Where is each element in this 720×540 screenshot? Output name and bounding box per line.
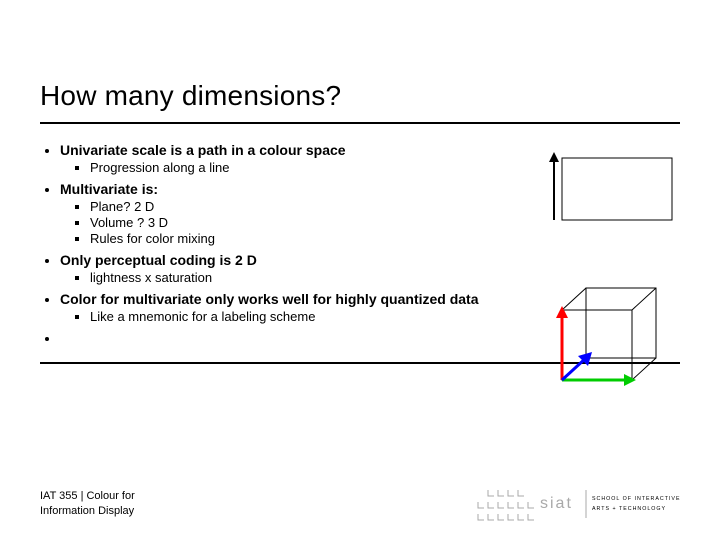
bullet-2-sub-2: Volume ? 3 D [90, 215, 530, 230]
bullet-3-heading: Only perceptual coding is 2 D [60, 252, 257, 268]
figure-2d [542, 150, 680, 228]
slide-title: How many dimensions? [40, 80, 680, 112]
figure-3d [542, 282, 680, 400]
footer-line-1: IAT 355 | Colour for [40, 489, 200, 503]
title-divider [40, 122, 680, 124]
svg-text:siat: siat [540, 495, 573, 512]
bullet-3-sublist: lightness x saturation [60, 270, 530, 285]
bullet-1-sub-1: Progression along a line [90, 160, 530, 175]
bullet-list: Univariate scale is a path in a colour s… [40, 142, 530, 346]
bullet-3-sub-1: lightness x saturation [90, 270, 530, 285]
figure-2d-svg [542, 150, 680, 228]
content-area: Univariate scale is a path in a colour s… [40, 142, 680, 346]
footer-text: IAT 355 | Colour for Information Display [40, 489, 200, 518]
bullet-2-heading: Multivariate is: [60, 181, 158, 197]
slide: How many dimensions? Univariate scale is… [0, 0, 720, 540]
bullet-4-heading: Color for multivariate only works well f… [60, 291, 479, 307]
footer-line-2: Information Display [40, 504, 200, 518]
text-column: Univariate scale is a path in a colour s… [40, 142, 530, 346]
logo-line-2: ARTS + TECHNOLOGY [592, 506, 666, 512]
bullet-2-sublist: Plane? 2 D Volume ? 3 D Rules for color … [60, 199, 530, 246]
bullet-2-sub-1: Plane? 2 D [90, 199, 530, 214]
figure-3d-svg [542, 282, 680, 400]
bullet-3: Only perceptual coding is 2 D lightness … [60, 252, 530, 285]
bullet-5-empty [60, 330, 530, 346]
bullet-1-heading: Univariate scale is a path in a colour s… [60, 142, 346, 158]
bullet-4-sublist: Like a mnemonic for a labeling scheme [60, 309, 530, 324]
school-logo-svg: siat SCHOOL OF INTERACTIVE ARTS + TECHNO… [470, 484, 680, 524]
bullet-1-sublist: Progression along a line [60, 160, 530, 175]
bullet-2: Multivariate is: Plane? 2 D Volume ? 3 D… [60, 181, 530, 246]
bullet-2-sub-3: Rules for color mixing [90, 231, 530, 246]
school-logo: siat SCHOOL OF INTERACTIVE ARTS + TECHNO… [470, 484, 680, 524]
bullet-1: Univariate scale is a path in a colour s… [60, 142, 530, 175]
bullet-4-sub-1: Like a mnemonic for a labeling scheme [90, 309, 530, 324]
bullet-4: Color for multivariate only works well f… [60, 291, 530, 324]
logo-line-1: SCHOOL OF INTERACTIVE [592, 496, 680, 502]
